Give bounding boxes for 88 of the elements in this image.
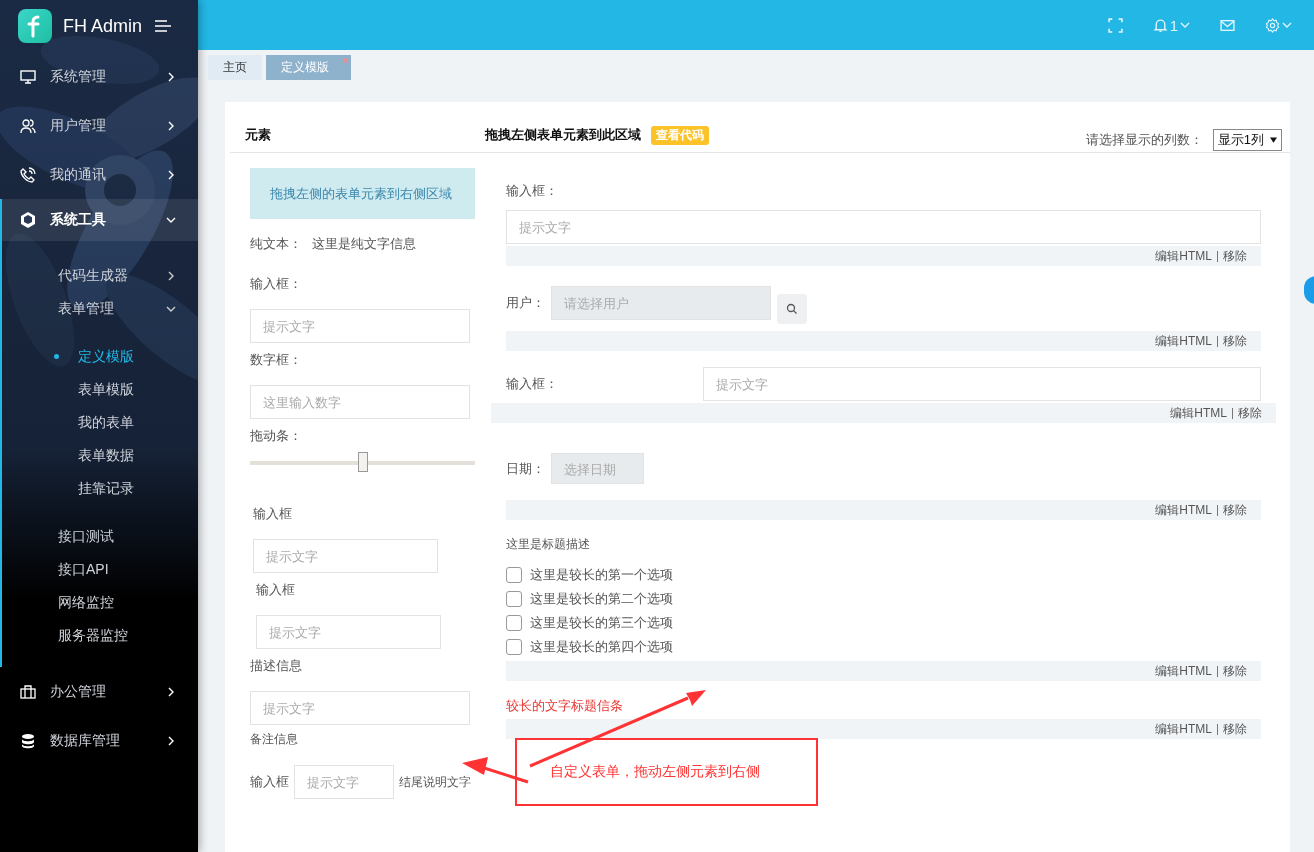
chevron-icon xyxy=(166,120,176,131)
chevron-icon xyxy=(166,169,176,180)
caret-icon xyxy=(1282,22,1292,28)
brand-name: FH Admin xyxy=(63,15,143,37)
sidebar-subitem[interactable]: 接口测试 xyxy=(2,520,198,553)
caret-icon xyxy=(1270,137,1277,143)
annotation-box: 自定义表单，拖动左侧元素到右侧 xyxy=(515,738,818,806)
field-label: 日期： xyxy=(506,459,545,478)
field-label: 纯文本： xyxy=(250,235,302,253)
plain-text: 这里是纯文字信息 xyxy=(312,235,416,253)
users-icon xyxy=(20,117,36,134)
action-link[interactable]: 编辑HTML xyxy=(1155,662,1212,680)
action-link[interactable]: 编辑HTML xyxy=(1155,720,1212,738)
action-link[interactable]: 移除 xyxy=(1223,720,1247,738)
tab[interactable]: 主页 xyxy=(208,55,262,80)
action-link[interactable]: 移除 xyxy=(1223,332,1247,350)
slider-handle[interactable] xyxy=(357,452,368,472)
mail-icon[interactable] xyxy=(1220,17,1235,33)
caret-icon xyxy=(1180,22,1190,28)
sidebar-subitem[interactable]: 代码生成器 xyxy=(2,259,198,292)
menu-icon[interactable] xyxy=(154,19,173,33)
field-label: 数字框： xyxy=(250,351,303,369)
sidebar-subitem[interactable]: 表单数据 xyxy=(2,439,198,472)
panel-title: 拖拽左侧表单元素到此区域 xyxy=(485,126,641,144)
checkbox[interactable] xyxy=(506,591,522,607)
fullscreen-icon[interactable] xyxy=(1107,17,1123,33)
sidebar-item[interactable]: 办公管理 xyxy=(0,667,198,716)
sidebar-item[interactable]: 我的通讯 xyxy=(0,150,198,199)
sidebar-subitem[interactable]: 网络监控 xyxy=(2,586,198,619)
chevron-icon xyxy=(166,215,176,225)
field-label: 输入框： xyxy=(506,375,559,393)
field-label: 输入框 xyxy=(250,773,289,791)
sidebar-subitem[interactable]: 接口API xyxy=(2,553,198,586)
field-label: 描述信息 xyxy=(250,657,303,675)
notification-count: 1 xyxy=(1169,16,1178,34)
sidebar-subitem[interactable]: 我的表单 xyxy=(2,406,198,439)
sidebar-item[interactable]: 数据库管理 xyxy=(0,716,198,765)
info-box: 拖拽左侧的表单元素到右侧区域 xyxy=(250,168,475,219)
option-label: 这里是较长的第一个选项 xyxy=(530,566,673,584)
bell-icon[interactable] xyxy=(1152,17,1168,33)
sidebar-subitem[interactable]: 挂靠记录 xyxy=(2,472,198,505)
chevron-icon xyxy=(166,71,176,82)
sidebar-subitem[interactable]: 服务器监控 xyxy=(2,619,198,652)
group-title: 这里是标题描述 xyxy=(506,536,591,553)
action-link[interactable]: 编辑HTML xyxy=(1155,332,1212,350)
field-label: 用户： xyxy=(506,294,545,312)
field-label: 拖动条： xyxy=(250,427,303,445)
logo-icon xyxy=(18,9,52,43)
action-link[interactable]: 移除 xyxy=(1223,247,1247,265)
action-link[interactable]: 移除 xyxy=(1223,501,1247,519)
chevron-icon xyxy=(166,735,176,746)
field-label: 输入框： xyxy=(250,275,303,293)
panel-title: 元素 xyxy=(230,118,485,153)
heading-text: 较长的文字标题信条 xyxy=(506,697,624,715)
phone-icon xyxy=(20,166,36,183)
monitor-icon xyxy=(20,68,36,85)
sidebar-subitem[interactable]: 定义模版 xyxy=(2,340,198,373)
suffix-text: 结尾说明文字 xyxy=(399,773,471,791)
field-label: 输入框 xyxy=(253,505,293,523)
sidebar-item[interactable]: 系统管理 xyxy=(0,52,198,101)
columns-label: 请选择显示的列数： xyxy=(1085,131,1203,149)
sidebar-item[interactable]: 系统工具 xyxy=(2,199,198,241)
checkbox[interactable] xyxy=(506,639,522,655)
chevron-icon xyxy=(166,686,176,697)
option-label: 这里是较长的第三个选项 xyxy=(530,614,673,632)
database-icon xyxy=(20,732,36,749)
sidebar-subitem[interactable]: 表单管理 xyxy=(2,292,198,325)
columns-select[interactable]: 显示1列 xyxy=(1212,129,1282,151)
option-label: 这里是较长的第二个选项 xyxy=(530,590,673,608)
briefcase-icon xyxy=(20,683,36,700)
field-label: 输入框 xyxy=(256,581,296,599)
settings-icon[interactable] xyxy=(1265,17,1280,33)
option-label: 这里是较长的第四个选项 xyxy=(530,638,673,656)
checkbox[interactable] xyxy=(506,567,522,583)
field-label: 输入框： xyxy=(506,182,559,200)
action-link[interactable]: 移除 xyxy=(1223,662,1247,680)
search-button[interactable] xyxy=(777,294,807,324)
cube-icon xyxy=(20,212,36,228)
sidebar-item[interactable]: 用户管理 xyxy=(0,101,198,150)
action-link[interactable]: 编辑HTML xyxy=(1155,247,1212,265)
action-link[interactable]: 编辑HTML xyxy=(1170,404,1227,422)
search-icon xyxy=(786,303,798,315)
action-link[interactable]: 编辑HTML xyxy=(1155,501,1212,519)
help-text: 备注信息 xyxy=(250,731,299,747)
action-link[interactable]: 移除 xyxy=(1238,404,1262,422)
sidebar-subitem[interactable]: 表单模版 xyxy=(2,373,198,406)
checkbox[interactable] xyxy=(506,615,522,631)
chevron-icon xyxy=(166,270,176,281)
